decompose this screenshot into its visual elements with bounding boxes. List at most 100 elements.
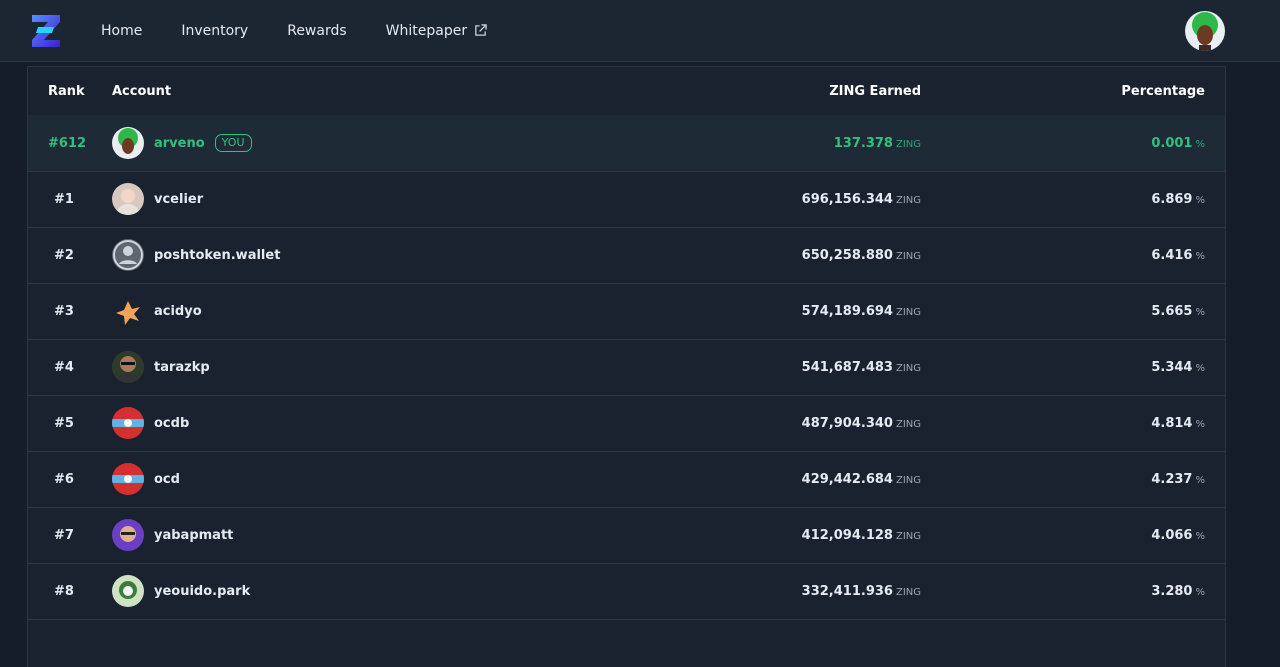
account-cell: ocd [112,463,180,495]
account-cell: arveno YOU [112,127,252,159]
table-row[interactable]: #8 yeouido.park 332,411.936 ZING 3.280% [28,563,1225,620]
earned-value: 650,258.880 [801,247,893,263]
rank-cell: #1 [54,191,74,207]
avatar [112,239,144,271]
percentage-value: 4.814 [1151,415,1193,431]
earned-unit: ZING [895,306,921,318]
percentage-value: 0.001 [1151,135,1193,151]
earned-unit: ZING [895,530,921,542]
rank-cell: #7 [54,527,74,543]
account-name[interactable]: tarazkp [154,360,210,375]
account-name[interactable]: yeouido.park [154,584,250,599]
avatar [112,407,144,439]
zing-logo-icon[interactable] [30,13,62,49]
nav-inventory[interactable]: Inventory [181,23,248,39]
nav-inventory-label: Inventory [181,22,249,39]
percentage-unit: % [1195,474,1205,486]
nav-rewards[interactable]: Rewards [287,23,346,39]
percentage-unit: % [1195,250,1205,262]
table-row[interactable]: #6 ocd 429,442.684 ZING 4.237% [28,451,1225,508]
percentage-value: 5.665 [1151,303,1193,319]
account-name[interactable]: acidyo [154,304,202,319]
earned-unit: ZING [895,362,921,374]
rank-cell: #6 [54,471,74,487]
rank-cell: #3 [54,303,74,319]
header-rank: Rank [48,83,85,99]
earned-value: 541,687.483 [801,359,893,375]
table-row-current-user[interactable]: #612 arveno YOU 137.378 ZING 0.001% [28,115,1225,172]
percentage-unit: % [1195,586,1205,598]
percentage-unit: % [1195,194,1205,206]
earned-unit: ZING [895,474,921,486]
percentage-unit: % [1195,530,1205,542]
avatar [112,183,144,215]
external-link-icon [475,24,487,36]
earned-unit: ZING [895,194,921,206]
account-name[interactable]: vcelier [154,192,203,207]
account-name[interactable]: poshtoken.wallet [154,248,280,263]
avatar [112,463,144,495]
avatar [112,351,144,383]
rank-cell: #2 [54,247,74,263]
avatar [112,127,144,159]
percentage-unit: % [1195,138,1205,150]
earned-value: 429,442.684 [801,471,893,487]
percentage-cell: 6.416% [1151,248,1205,263]
table-row[interactable]: #5 ocdb 487,904.340 ZING 4.814% [28,395,1225,452]
percentage-unit: % [1195,362,1205,374]
percentage-unit: % [1195,418,1205,430]
earned-unit: ZING [895,250,921,262]
earned-cell: 137.378 ZING [834,136,921,151]
table-row[interactable]: #2 poshtoken.wallet 650,258.880 ZING 6.416% [28,227,1225,284]
nav-rewards-label: Rewards [287,22,347,39]
percentage-cell: 4.237% [1151,472,1205,487]
account-name[interactable]: ocdb [154,416,189,431]
rank-cell: #4 [54,359,74,375]
account-cell: ocdb [112,407,189,439]
earned-value: 412,094.128 [801,527,893,543]
earned-cell: 332,411.936 ZING [802,584,921,599]
percentage-value: 4.237 [1151,471,1193,487]
leaderboard-table: Rank Account ZING Earned Percentage #612… [27,66,1226,667]
table-row[interactable]: #4 tarazkp 541,687.483 ZING 5.344% [28,339,1225,396]
account-cell: vcelier [112,183,203,215]
account-cell: yabapmatt [112,519,233,551]
rank-cell: #8 [54,583,74,599]
rank-cell: #5 [54,415,74,431]
header-account: Account [112,83,172,99]
earned-cell: 574,189.694 ZING [802,304,921,319]
account-name[interactable]: arveno [154,136,205,151]
percentage-cell: 3.280% [1151,584,1205,599]
percentage-value: 6.869 [1151,191,1193,207]
percentage-cell: 0.001% [1151,136,1205,151]
top-navbar: Home Inventory Rewards Whitepaper [0,0,1280,62]
nav-whitepaper[interactable]: Whitepaper [386,23,487,39]
avatar [112,519,144,551]
account-cell: acidyo [112,295,202,327]
earned-cell: 412,094.128 ZING [802,528,921,543]
main-nav: Home Inventory Rewards Whitepaper [101,0,526,61]
avatar [112,575,144,607]
table-row[interactable]: #1 vcelier 696,156.344 ZING 6.869% [28,171,1225,228]
nav-home-label: Home [101,22,143,39]
nav-home[interactable]: Home [101,23,142,39]
percentage-cell: 5.344% [1151,360,1205,375]
earned-value: 696,156.344 [801,191,893,207]
earned-cell: 541,687.483 ZING [802,360,921,375]
earned-value: 137.378 [833,135,893,151]
account-cell: tarazkp [112,351,210,383]
earned-cell: 429,442.684 ZING [802,472,921,487]
header-earned: ZING Earned [829,83,921,99]
table-header: Rank Account ZING Earned Percentage [28,67,1225,116]
account-name[interactable]: yabapmatt [154,528,233,543]
user-avatar[interactable] [1185,11,1225,51]
account-name[interactable]: ocd [154,472,180,487]
table-row[interactable]: #7 yabapmatt 412,094.128 ZING 4.066% [28,507,1225,564]
earned-cell: 487,904.340 ZING [802,416,921,431]
table-row[interactable]: #3 acidyo 574,189.694 ZING 5.665% [28,283,1225,340]
account-cell: yeouido.park [112,575,250,607]
rank-cell: #612 [48,135,87,151]
nav-whitepaper-label: Whitepaper [385,22,468,39]
earned-value: 332,411.936 [801,583,893,599]
account-cell: poshtoken.wallet [112,239,280,271]
